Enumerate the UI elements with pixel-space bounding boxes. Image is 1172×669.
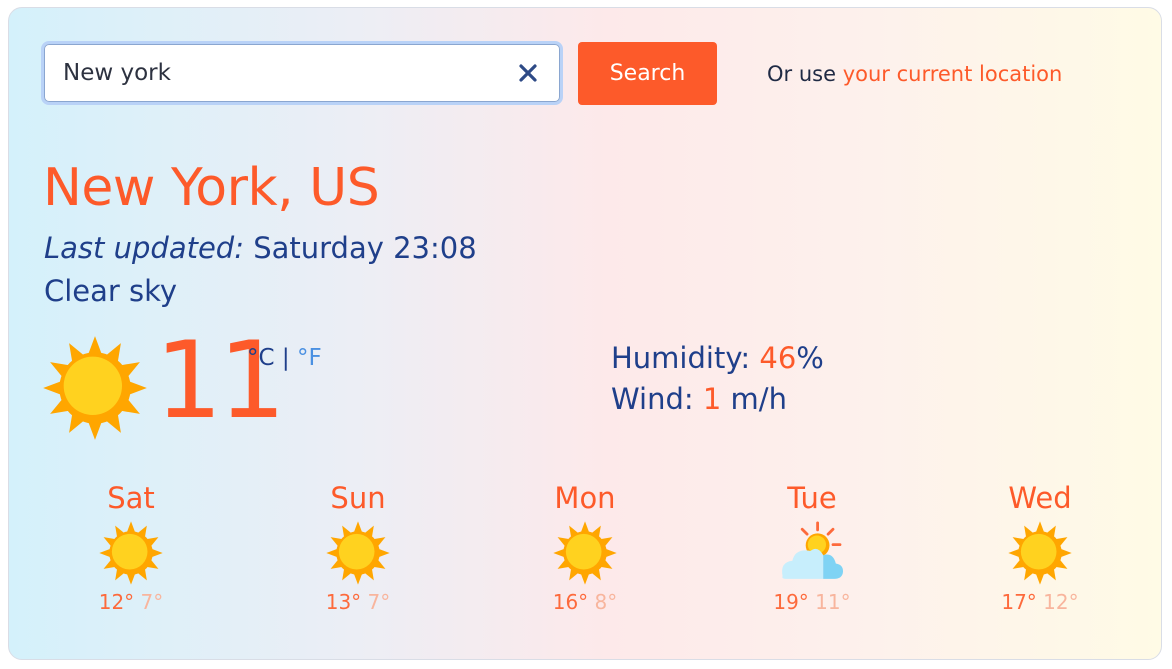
sun-icon [288, 520, 428, 586]
forecast-day: Sat 12° 7° [61, 480, 201, 614]
forecast-temps: 13° 7° [288, 590, 428, 614]
unit-separator: | [281, 345, 290, 371]
location-prompt: Or use your current location [767, 62, 1062, 86]
forecast-day-name: Tue [787, 481, 837, 515]
forecast-min: 7° [367, 590, 391, 614]
forecast-day-name: Sat [107, 481, 155, 515]
forecast-min: 12° [1043, 590, 1079, 614]
sun-icon [61, 520, 201, 586]
forecast: Sat 12° 7° Sun 13° 7° Mon 16° 8° Tue 19°… [9, 480, 1161, 630]
forecast-day: Mon 16° 8° [515, 480, 655, 614]
location-prefix: Or use [767, 62, 843, 86]
last-updated-label: Last updated: [44, 231, 244, 265]
wind-row: Wind: 1 m/h [611, 379, 824, 420]
unit-toggle: °C | °F [247, 345, 322, 371]
current-location-link[interactable]: your current location [843, 62, 1063, 86]
search-input[interactable] [44, 44, 560, 102]
forecast-max: 13° [325, 590, 362, 614]
forecast-temps: 17° 12° [970, 590, 1110, 614]
forecast-temps: 12° 7° [61, 590, 201, 614]
humidity-value: 46 [759, 341, 797, 375]
search-button[interactable]: Search [578, 42, 717, 105]
forecast-day: Tue 19° 11° [742, 480, 882, 614]
partly-cloudy-icon [742, 520, 882, 586]
forecast-min: 7° [140, 590, 164, 614]
forecast-temps: 19° 11° [742, 590, 882, 614]
forecast-max: 16° [552, 590, 589, 614]
last-updated: Last updated: Saturday 23:08 [44, 231, 477, 265]
fahrenheit-link[interactable]: °F [297, 345, 322, 371]
last-updated-value: Saturday 23:08 [243, 231, 477, 265]
forecast-day-name: Wed [1008, 481, 1072, 515]
celsius-link[interactable]: °C [247, 345, 275, 371]
forecast-day-name: Sun [330, 481, 386, 515]
sun-icon [970, 520, 1110, 586]
forecast-min: 11° [815, 590, 851, 614]
sun-icon [515, 520, 655, 586]
search-field[interactable] [41, 41, 563, 105]
sun-icon [41, 334, 149, 446]
weather-card: Search Or use your current location New … [8, 7, 1162, 660]
wind-value: 1 [702, 382, 722, 416]
forecast-day: Sun 13° 7° [288, 480, 428, 614]
forecast-day: Wed 17° 12° [970, 480, 1110, 614]
weather-stats: Humidity: 46% Wind: 1 m/h [611, 338, 824, 420]
forecast-day-name: Mon [554, 481, 616, 515]
humidity-unit: % [796, 341, 824, 375]
current-temperature: 11 [155, 319, 286, 442]
clear-search-icon[interactable] [514, 59, 542, 87]
humidity-label: Humidity: [611, 341, 760, 375]
wind-unit: m/h [721, 382, 787, 416]
forecast-max: 19° [773, 590, 809, 614]
forecast-max: 12° [98, 590, 135, 614]
humidity-row: Humidity: 46% [611, 338, 824, 379]
city-name: New York, US [43, 158, 380, 218]
forecast-min: 8° [594, 590, 618, 614]
forecast-temps: 16° 8° [515, 590, 655, 614]
forecast-max: 17° [1001, 590, 1037, 614]
wind-label: Wind: [611, 382, 703, 416]
weather-condition: Clear sky [44, 274, 178, 308]
